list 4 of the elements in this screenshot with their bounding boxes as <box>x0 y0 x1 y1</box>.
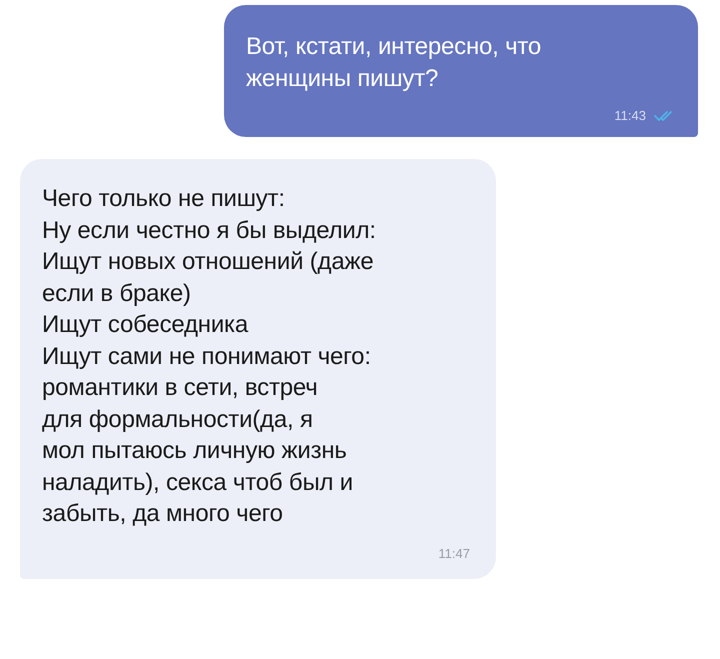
message-text: Чего только не пишут: Ну если честно я бы выделил: Ищут новых отношений (даже если в браке) Ищут собеседника Ищут сами не понимают чего: романтики в сети, встреч для формальности(да, я мол пытаюсь личную жизнь наладить), секса чтоб был и забыть, да много чего <box>42 184 377 529</box>
message-text: Вот, кстати, интересно, что женщины пишут? <box>246 32 542 94</box>
message-time: 11:43 <box>614 108 646 123</box>
message-time: 11:47 <box>438 546 470 560</box>
